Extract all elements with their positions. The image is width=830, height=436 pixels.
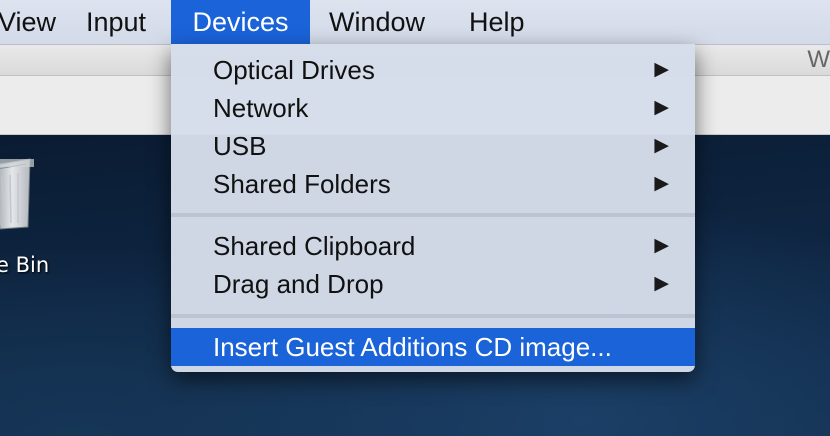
menu-separator [171, 213, 695, 217]
menu-view[interactable]: View [0, 0, 66, 44]
menu-item-shared-folders[interactable]: Shared Folders ▶ [171, 165, 695, 203]
menu-item-network[interactable]: Network ▶ [171, 89, 695, 127]
submenu-arrow-icon: ▶ [654, 135, 669, 156]
menu-item-label: Shared Clipboard [213, 231, 416, 261]
devices-dropdown-menu: Optical Drives ▶ Network ▶ USB ▶ Shared … [171, 44, 695, 372]
menu-item-label: Insert Guest Additions CD image... [213, 332, 612, 362]
menu-item-label: Network [213, 93, 309, 123]
menu-item-label: Drag and Drop [213, 269, 384, 299]
menu-input[interactable]: Input [76, 0, 156, 44]
menu-help[interactable]: Help [459, 0, 535, 44]
menu-item-shared-clipboard[interactable]: Shared Clipboard ▶ [171, 227, 695, 265]
menu-devices[interactable]: Devices [171, 0, 310, 44]
menu-item-label: USB [213, 131, 267, 161]
recycle-bin-icon[interactable] [0, 155, 34, 233]
menu-separator [171, 314, 695, 318]
menu-window[interactable]: Window [319, 0, 435, 44]
menu-item-label: Shared Folders [213, 169, 391, 199]
submenu-arrow-icon: ▶ [654, 97, 669, 118]
submenu-arrow-icon: ▶ [654, 173, 669, 194]
menu-item-optical-drives[interactable]: Optical Drives ▶ [171, 51, 695, 89]
menu-item-label: Optical Drives [213, 55, 375, 85]
submenu-arrow-icon: ▶ [654, 273, 669, 294]
submenu-arrow-icon: ▶ [654, 59, 669, 80]
recycle-bin-label: e Bin [0, 253, 50, 277]
menu-bar: View Input Devices Window Help [0, 0, 830, 45]
menu-item-usb[interactable]: USB ▶ [171, 127, 695, 165]
screen: View Input Devices Window Help W e Bin O… [0, 0, 830, 436]
window-title: W [807, 46, 830, 73]
menu-item-drag-and-drop[interactable]: Drag and Drop ▶ [171, 265, 695, 303]
menu-item-insert-guest-additions[interactable]: Insert Guest Additions CD image... [171, 328, 695, 366]
submenu-arrow-icon: ▶ [654, 235, 669, 256]
